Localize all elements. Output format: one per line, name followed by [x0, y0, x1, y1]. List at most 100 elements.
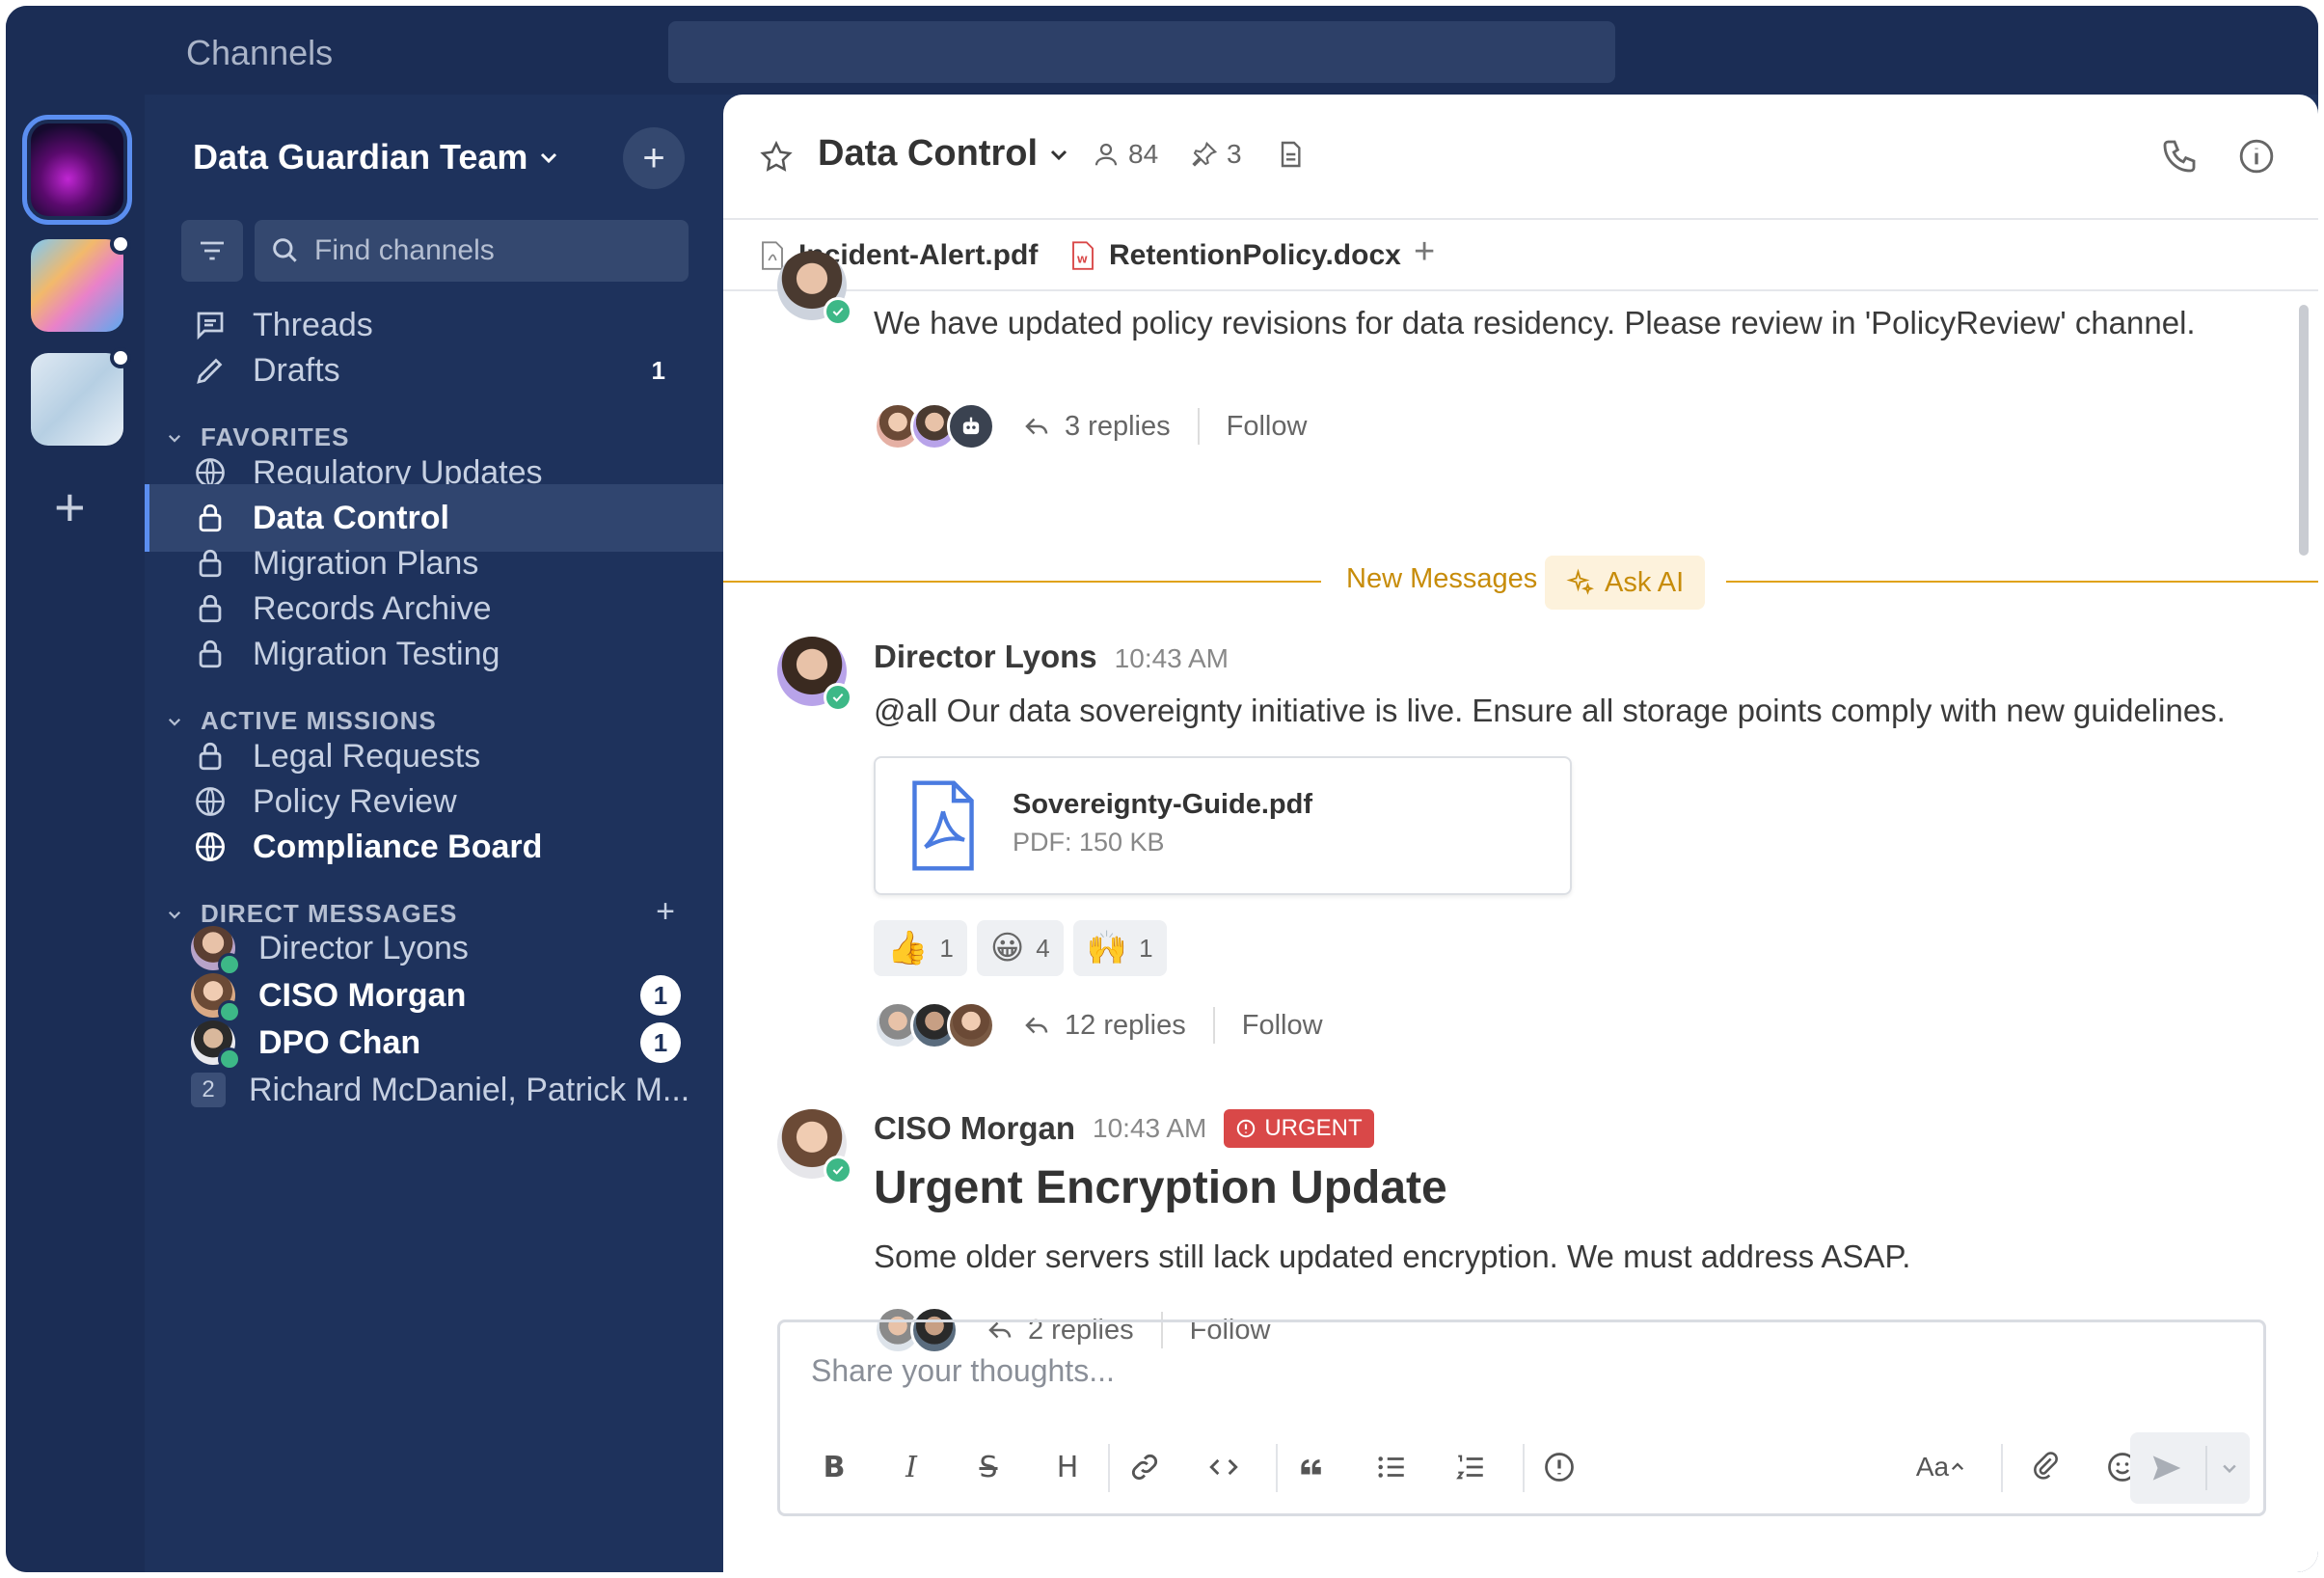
team-icon-2[interactable]	[31, 233, 131, 332]
member-icon	[1094, 143, 1118, 166]
bullet-list-button[interactable]	[1370, 1446, 1413, 1488]
team-name: Data Guardian Team	[193, 137, 528, 177]
reply-count-link[interactable]: 3 replies	[1065, 411, 1171, 443]
code-button[interactable]	[1203, 1446, 1245, 1488]
message-composer: Share your thoughts... B I S H Aa	[777, 1320, 2266, 1516]
message-time[interactable]: 10:43 AM	[1115, 643, 1229, 674]
divider	[2205, 1446, 2207, 1490]
composer-input[interactable]: Share your thoughts...	[811, 1353, 1115, 1389]
unread-dot-icon	[110, 233, 131, 255]
star-icon[interactable]	[758, 139, 795, 176]
file-attachment-card[interactable]: Sovereignty-Guide.pdf PDF: 150 KB	[874, 756, 1572, 895]
send-button[interactable]	[2130, 1432, 2203, 1504]
chevron-down-icon	[1050, 150, 1067, 160]
global-search-bar[interactable]	[668, 21, 1615, 83]
nav-drafts[interactable]: Drafts 1	[145, 337, 723, 404]
channel-view: Data Control 84 3 Incident-Alert.pdf W R…	[723, 95, 2318, 1572]
numbered-list-button[interactable]	[1449, 1446, 1492, 1488]
message-heading: Urgent Encryption Update	[874, 1162, 1447, 1213]
team-icon-3[interactable]	[31, 347, 131, 446]
channel-label: Compliance Board	[253, 828, 543, 865]
send-button-group	[2130, 1432, 2250, 1504]
files-icon[interactable]	[1275, 139, 1306, 170]
tab-label: RetentionPolicy.docx	[1109, 239, 1401, 271]
ask-ai-button[interactable]: Ask AI	[1545, 556, 1706, 610]
format-label: Aa	[1915, 1452, 1950, 1482]
bold-button[interactable]: B	[813, 1446, 855, 1488]
message-author[interactable]: Director Lyons	[874, 639, 1097, 675]
pdf-file-icon	[762, 241, 783, 270]
file-meta: PDF: 150 KB	[1013, 828, 1165, 857]
toolbar-divider	[1523, 1444, 1525, 1492]
chevron-down-icon	[2223, 1464, 2236, 1474]
avatar	[777, 637, 852, 712]
pencil-icon	[191, 351, 230, 390]
message-time[interactable]: 10:43 AM	[1093, 1113, 1206, 1144]
attach-button[interactable]	[2024, 1446, 2067, 1488]
chevron-down-icon	[541, 152, 557, 164]
filter-button[interactable]	[181, 220, 243, 282]
alert-circle-icon	[1545, 1453, 1574, 1482]
reaction-grin[interactable]: 😀 4	[976, 920, 1064, 976]
italic-button[interactable]: I	[890, 1446, 932, 1488]
follow-button[interactable]: Follow	[1227, 411, 1308, 443]
toolbar-divider	[2001, 1444, 2003, 1492]
reply-arrow-icon	[1025, 1017, 1048, 1034]
message-text: We have updated policy revisions for dat…	[874, 305, 2196, 340]
heading-button[interactable]: H	[1046, 1446, 1089, 1488]
formatting-toggle[interactable]: Aa	[1903, 1446, 1980, 1488]
channel-title-menu[interactable]: Data Control	[818, 133, 1070, 175]
scrollbar[interactable]	[2299, 305, 2309, 556]
reaction-raised-hands[interactable]: 🙌 1	[1072, 920, 1167, 976]
thread-summary: 3 replies Follow	[874, 395, 1307, 457]
pdf-file-icon	[912, 780, 974, 871]
team-icon-data-guardian[interactable]	[22, 115, 132, 225]
find-channels-input[interactable]: Find channels	[255, 220, 689, 282]
sidebar-item-migration-testing[interactable]: Migration Testing	[145, 620, 723, 688]
sidebar-item-compliance-board[interactable]: Compliance Board	[145, 813, 723, 881]
dm-item-group[interactable]: 2 Richard McDaniel, Patrick M...	[145, 1056, 723, 1124]
unread-dot-icon	[110, 347, 131, 368]
reaction-count: 1	[1139, 933, 1153, 963]
member-count: 84	[1128, 139, 1159, 169]
message-author[interactable]: CISO Morgan	[874, 1110, 1075, 1147]
message-header: CISO Morgan 10:43 AM URGENT	[874, 1109, 1374, 1148]
strikethrough-button[interactable]: S	[967, 1446, 1010, 1488]
pinned-button[interactable]: 3	[1190, 139, 1242, 170]
new-messages-label: New Messages	[1346, 563, 1538, 594]
pin-icon	[1192, 141, 1218, 167]
follow-button[interactable]: Follow	[1242, 1010, 1323, 1042]
app-window: Channels + Data Guardian Team + Find cha…	[6, 6, 2318, 1572]
reply-count-link[interactable]: 12 replies	[1065, 1010, 1186, 1042]
member-count-button[interactable]: 84	[1092, 139, 1158, 170]
reaction-thumbs-up[interactable]: 👍 1	[874, 920, 967, 976]
send-options-button[interactable]	[2209, 1432, 2250, 1504]
paperclip-icon	[2034, 1452, 2058, 1480]
phone-icon[interactable]	[2160, 137, 2199, 176]
message-list: We have updated policy revisions for dat…	[723, 251, 2318, 1354]
add-team-icon[interactable]: +	[54, 480, 86, 534]
bullet-list-icon	[1378, 1456, 1404, 1478]
bot-icon	[947, 402, 995, 450]
lock-icon	[191, 635, 230, 673]
new-messages-line	[1726, 581, 2318, 583]
numbered-list-icon	[1456, 1455, 1483, 1480]
info-icon[interactable]	[2237, 137, 2276, 176]
new-messages-line	[723, 581, 1321, 583]
link-button[interactable]	[1123, 1446, 1166, 1488]
reaction-count: 4	[1036, 933, 1050, 963]
ask-ai-label: Ask AI	[1605, 566, 1685, 598]
add-tab-icon[interactable]: +	[1414, 231, 1435, 273]
quote-button[interactable]	[1291, 1446, 1334, 1488]
filter-icon	[201, 241, 224, 260]
team-name-menu[interactable]: Data Guardian Team	[193, 137, 560, 177]
pinned-count: 3	[1227, 139, 1242, 169]
tab-retention-policy[interactable]: W RetentionPolicy.docx	[1070, 239, 1401, 272]
add-channel-button[interactable]: +	[623, 127, 685, 189]
message-text: @all Our data sovereignty initiative is …	[874, 693, 2226, 728]
divider	[1197, 408, 1200, 445]
message-text: Some older servers still lack updated en…	[874, 1238, 1911, 1274]
priority-button[interactable]	[1538, 1446, 1581, 1488]
code-icon	[1209, 1458, 1238, 1476]
toolbar-divider	[1276, 1444, 1278, 1492]
